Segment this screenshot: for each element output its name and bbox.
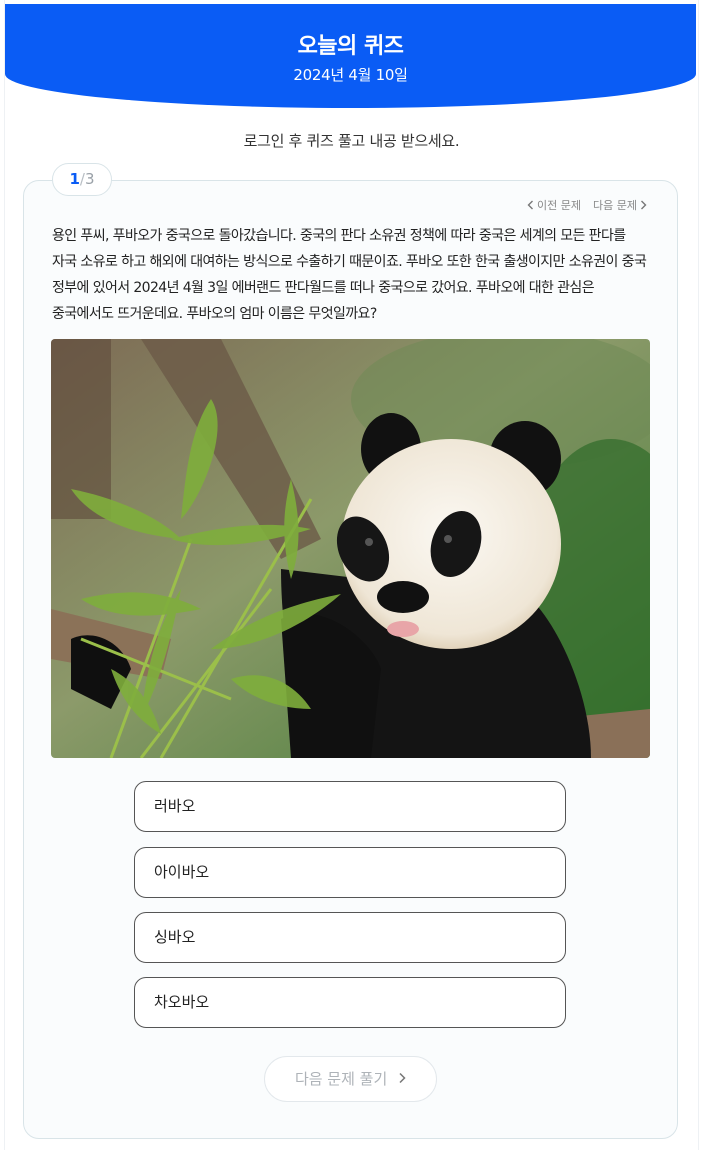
- answer-option[interactable]: 차오바오: [134, 977, 566, 1028]
- page-title: 오늘의 퀴즈: [297, 34, 404, 59]
- chevron-left-icon: [527, 200, 534, 210]
- prev-question-label: 이전 문제: [537, 199, 582, 212]
- next-question-link[interactable]: 다음 문제: [593, 197, 647, 213]
- next-question-button[interactable]: 다음 문제 풀기: [264, 1056, 437, 1102]
- panda-photo: [51, 339, 650, 758]
- question-text: 용인 푸씨, 푸바오가 중국으로 돌아갔습니다. 중국의 판다 소유권 정책에 …: [52, 228, 647, 322]
- prev-question-link[interactable]: 이전 문제: [527, 197, 581, 213]
- chevron-right-icon: [393, 1070, 406, 1088]
- answer-option[interactable]: 러바오: [134, 781, 566, 832]
- next-question-label: 다음 문제: [593, 199, 637, 212]
- quiz-header: 오늘의 퀴즈 2024년 4월 10일: [5, 4, 696, 108]
- quiz-date: 2024년 4월 10일: [293, 66, 408, 84]
- login-notice[interactable]: 로그인 후 퀴즈 풀고 내공 받으세요.: [0, 130, 703, 151]
- answer-option[interactable]: 싱바오: [134, 912, 566, 963]
- question-nav: 이전 문제 다음 문제: [527, 197, 647, 213]
- next-question-button-label: 다음 문제 풀기: [294, 1070, 388, 1088]
- answer-option[interactable]: 아이바오: [134, 847, 566, 898]
- current-question-number: 1: [69, 170, 80, 188]
- question-counter: 1/3: [52, 163, 112, 196]
- chevron-right-icon: [641, 200, 647, 210]
- total-questions: 3: [84, 170, 95, 188]
